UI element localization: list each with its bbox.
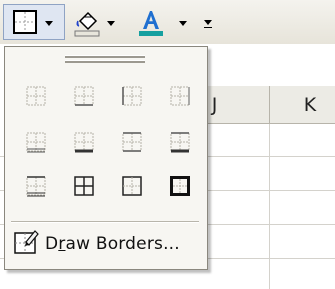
borders-palette: Draw Borders... — [4, 46, 208, 270]
bottom-double-border-option[interactable] — [25, 131, 47, 153]
no-border-option[interactable] — [25, 85, 47, 107]
borders-button[interactable] — [10, 8, 40, 38]
top-bottom-border-option[interactable] — [121, 131, 143, 153]
thick-box-border-option[interactable] — [169, 175, 191, 197]
draw-borders-button[interactable]: Draw Borders... — [13, 227, 201, 261]
draw-borders-icon — [13, 229, 39, 260]
chevron-down-icon — [44, 8, 54, 38]
fill-color-dropdown-arrow[interactable] — [106, 8, 116, 38]
chevron-down-icon — [106, 8, 116, 38]
draw-borders-label: Draw Borders... — [45, 234, 180, 254]
fill-color-button[interactable] — [72, 8, 102, 38]
all-borders-option[interactable] — [73, 175, 95, 197]
outside-borders-option[interactable] — [121, 175, 143, 197]
font-color-icon — [136, 8, 166, 38]
toolbar-options-arrow[interactable] — [203, 16, 213, 34]
paint-bucket-icon — [72, 8, 102, 38]
font-color-dropdown-arrow[interactable] — [178, 8, 188, 38]
column-header-k[interactable]: K — [270, 86, 335, 124]
thick-bottom-border-option[interactable] — [73, 131, 95, 153]
borders-icon — [10, 8, 40, 38]
borders-dropdown-arrow[interactable] — [44, 8, 54, 38]
bottom-border-option[interactable] — [73, 85, 95, 107]
left-border-option[interactable] — [121, 85, 143, 107]
formatting-toolbar — [0, 0, 335, 45]
right-border-option[interactable] — [169, 85, 191, 107]
font-color-button[interactable] — [136, 8, 166, 38]
top-double-bottom-border-option[interactable] — [25, 175, 47, 197]
palette-separator — [11, 221, 199, 223]
grid-line — [269, 124, 270, 289]
chevron-down-icon — [178, 8, 188, 38]
palette-move-handle[interactable] — [65, 55, 145, 63]
top-thick-bottom-border-option[interactable] — [169, 131, 191, 153]
